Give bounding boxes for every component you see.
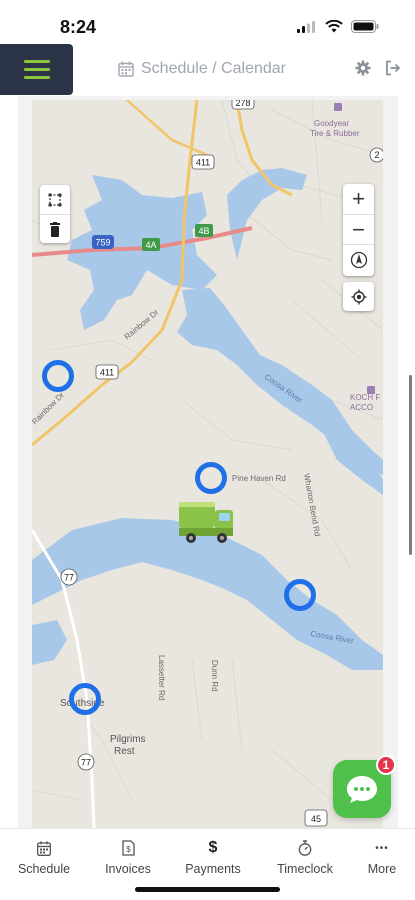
road-77-label-2: 77: [81, 758, 91, 768]
draw-rectangle-button[interactable]: [40, 185, 70, 214]
zoom-controls: + −: [343, 184, 374, 276]
poi-icon: [334, 103, 342, 111]
lassetter-label: Lassetter Rd: [157, 655, 166, 700]
dollar-icon: $: [208, 839, 218, 856]
map-frame: 411 411 759 4A 4B 278 77 77 45 2 Rainbow…: [18, 96, 398, 828]
road-278-label: 278: [235, 100, 250, 108]
invoice-icon: $: [121, 840, 135, 856]
road-2-label: 2: [374, 150, 379, 160]
app-screen: 8:24 Schedule / Calendar 411 411 759 4A …: [0, 0, 415, 900]
tab-label: Invoices: [105, 862, 151, 876]
job-marker[interactable]: [69, 683, 101, 715]
road-45-label: 45: [311, 814, 321, 824]
gear-icon[interactable]: [355, 60, 371, 76]
pilgrims-label-2: Rest: [114, 746, 135, 757]
tab-schedule[interactable]: Schedule: [4, 839, 84, 876]
tab-timeclock[interactable]: Timeclock: [265, 839, 345, 876]
pilgrims-label: Pilgrims: [110, 734, 146, 745]
road-77-label: 77: [64, 573, 74, 583]
wifi-icon: [325, 20, 343, 33]
pine-haven-label: Pine Haven Rd: [232, 474, 286, 483]
zoom-out-button[interactable]: −: [343, 214, 374, 244]
tab-label: Timeclock: [277, 862, 333, 876]
tab-invoices[interactable]: $ Invoices: [88, 839, 168, 876]
draw-toolbar: [40, 185, 70, 243]
logout-icon[interactable]: [385, 60, 401, 76]
trash-icon: [50, 221, 60, 237]
tab-label: More: [367, 862, 397, 876]
tab-payments[interactable]: $ Payments: [173, 839, 253, 876]
status-icons: [297, 20, 379, 33]
app-header: Schedule / Calendar: [0, 44, 415, 96]
locate-button[interactable]: [343, 282, 374, 311]
tab-label: Payments: [185, 862, 241, 876]
exit-4b-label: 4B: [198, 226, 209, 236]
road-411-label-2: 411: [196, 158, 210, 168]
battery-icon: [351, 20, 379, 33]
calendar-icon: [37, 840, 51, 856]
tab-label: Schedule: [17, 862, 71, 876]
map-view[interactable]: 411 411 759 4A 4B 278 77 77 45 2 Rainbow…: [32, 100, 383, 828]
svg-text:$: $: [126, 845, 131, 854]
road-411-label: 411: [100, 368, 114, 378]
chat-bubble-icon: [347, 776, 377, 803]
goodyear-label-2: Tire & Rubber: [310, 129, 360, 138]
page-title-text: Schedule / Calendar: [141, 60, 286, 77]
zoom-in-button[interactable]: +: [343, 184, 374, 214]
koch-label-2: ACCO: [350, 403, 373, 412]
chat-notification-badge: 1: [376, 755, 396, 775]
signal-icon: [297, 20, 315, 33]
page-title: Schedule / Calendar: [118, 60, 286, 78]
home-indicator: [135, 887, 280, 892]
status-bar: 8:24: [0, 0, 415, 44]
koch-label: KOCH F: [350, 393, 380, 402]
goodyear-label: Goodyear: [314, 119, 349, 128]
tab-more[interactable]: ••• More: [342, 839, 415, 877]
wharton-bend-label: Wharton Bend Rd: [302, 473, 322, 537]
calendar-icon: [118, 61, 134, 77]
road-759-label: 759: [95, 238, 110, 248]
poi-icon-2: [367, 386, 375, 394]
select-box-icon: [48, 193, 62, 206]
hamburger-icon: [23, 60, 50, 63]
more-icon: •••: [375, 842, 389, 854]
exit-4a-label: 4A: [145, 240, 156, 250]
delete-shape-button[interactable]: [40, 214, 70, 243]
status-time: 8:24: [60, 17, 97, 37]
job-marker[interactable]: [284, 579, 316, 611]
scrollbar[interactable]: [409, 375, 412, 555]
location-target-icon: [351, 289, 366, 304]
compass-icon: [350, 251, 367, 268]
job-marker[interactable]: [195, 462, 227, 494]
compass-button[interactable]: [343, 244, 374, 274]
menu-button[interactable]: [0, 44, 73, 95]
dunn-label: Dunn Rd: [210, 660, 219, 692]
stopwatch-icon: [298, 840, 312, 856]
header-actions: [355, 60, 401, 76]
job-marker[interactable]: [42, 360, 74, 392]
